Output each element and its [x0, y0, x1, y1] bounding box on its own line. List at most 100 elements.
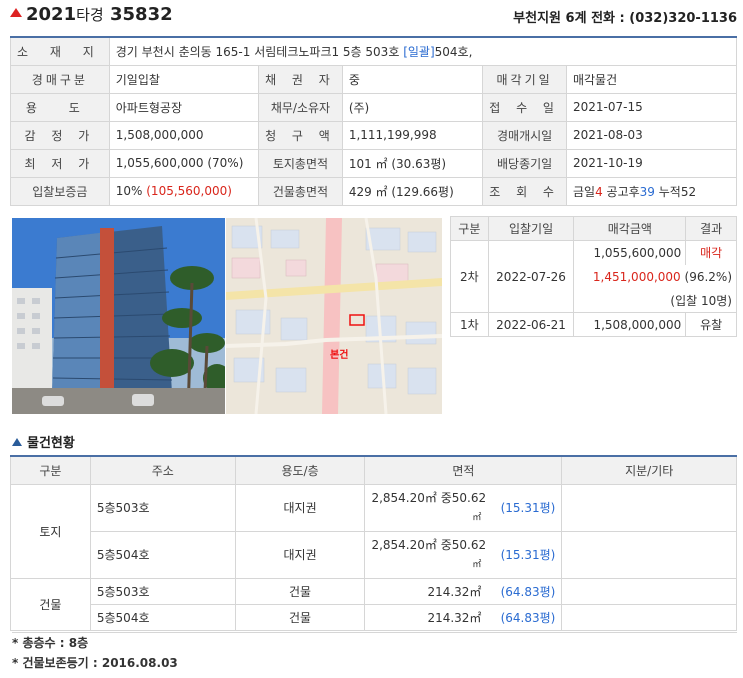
claim-label: 청 구 액 — [258, 120, 343, 150]
debtor-label: 채무/소유자 — [258, 92, 343, 122]
bid-row-2: 2차 2022-07-26 1,055,600,000 매각 — [450, 240, 737, 313]
col-share-etc: 지분/기타 — [561, 455, 737, 485]
col-area: 면적 — [364, 455, 563, 485]
use-cell: 건물 — [234, 577, 366, 605]
claim-value: 1,111,199,998 — [341, 120, 484, 150]
views-value: 금일4 공고후39 누적52 — [565, 176, 738, 206]
section-bullet-icon — [12, 438, 22, 446]
minimum-price-value: 1,055,600,000 (70%) — [108, 148, 260, 178]
bidder-count: (입찰 10명) — [573, 288, 737, 313]
bulk-link[interactable]: [일괄] — [403, 45, 434, 59]
note-total-floors: * 총층수 : 8층 — [12, 636, 89, 650]
case-info-table: 소 재 지 경기 부천시 춘의동 165-1 서림테크노파크1 5층 503호 … — [10, 36, 738, 206]
appraisal-label: 감 정 가 — [10, 120, 110, 150]
auction-type-label: 경매구분 — [10, 64, 110, 94]
category-building: 건물 — [10, 577, 91, 631]
land-area-label: 토지총면적 — [258, 148, 343, 178]
category-land: 토지 — [10, 483, 91, 579]
address-row: 소 재 지 경기 부천시 춘의동 165-1 서림테크노파크1 5층 503호 … — [10, 36, 738, 66]
area-cell: 2,854.20㎡ 중50.62 ㎡ (15.31평) — [364, 483, 563, 532]
area-cell: 214.32㎡ (64.83평) — [364, 577, 563, 605]
col-round: 구분 — [450, 216, 489, 241]
col-category: 구분 — [10, 455, 91, 485]
bid-date: 2022-06-21 — [487, 312, 575, 337]
use-cell: 대지권 — [234, 530, 366, 579]
building-photo-image — [12, 218, 225, 414]
address-cell: 5층504호 — [89, 530, 236, 579]
info-row: 용 도 아파트형공장 채무/소유자 (주) 접 수 일 2021-07-15 — [10, 92, 738, 122]
start-date-value: 2021-08-03 — [565, 120, 738, 150]
round-label: 1차 — [450, 312, 489, 337]
address-value: 경기 부천시 춘의동 165-1 서림테크노파크1 5층 503호 [일괄]50… — [108, 36, 738, 66]
usage-label: 용 도 — [10, 92, 110, 122]
receipt-date-label: 접 수 일 — [482, 92, 567, 122]
property-status-title: 물건현황 — [12, 432, 75, 451]
note-preservation-registration: * 건물보존등기 : 2016.08.03 — [12, 656, 178, 670]
case-number-title: 2021타경 35832 — [10, 4, 173, 25]
col-result: 결과 — [685, 216, 737, 241]
minimum-price-label: 최 저 가 — [10, 148, 110, 178]
location-map[interactable]: 본건 — [226, 218, 442, 414]
address-cell: 5층503호 — [89, 577, 236, 605]
use-cell: 건물 — [234, 603, 366, 631]
share-cell — [561, 483, 737, 532]
map-marker-label: 본건 — [330, 348, 348, 361]
share-cell — [561, 577, 737, 605]
bid-row-1: 1차 2022-06-21 1,508,000,000 유찰 — [450, 312, 737, 337]
land-area-value: 101 ㎡ (30.63평) — [341, 148, 484, 178]
dividend-date-label: 배당종기일 — [482, 148, 567, 178]
deposit-value: 10% (105,560,000) — [108, 176, 260, 206]
building-area-value: 429 ㎡ (129.66평) — [341, 176, 484, 206]
bid-result: 유찰 — [685, 312, 737, 337]
address-cell: 5층503호 — [89, 483, 236, 532]
appraisal-value: 1,508,000,000 — [108, 120, 260, 150]
area-cell: 2,854.20㎡ 중50.62 ㎡ (15.31평) — [364, 530, 563, 579]
sale-date-value: 매각물건 — [565, 64, 738, 94]
receipt-date-value: 2021-07-15 — [565, 92, 738, 122]
bid-history-header: 구분 입찰기일 매각금액 결과 — [450, 216, 737, 241]
col-address: 주소 — [89, 455, 236, 485]
table-row: 토지 5층503호 대지권 2,854.20㎡ 중50.62 ㎡ (15.31평) — [10, 483, 737, 579]
minimum-price: 1,055,600,000 — [573, 240, 687, 265]
round-label: 2차 — [450, 240, 489, 313]
share-cell — [561, 530, 737, 579]
address-cell: 5층504호 — [89, 603, 236, 631]
minimum-price: 1,508,000,000 — [573, 312, 687, 337]
map-image: 본건 — [226, 218, 442, 414]
sale-date-label: 매각기일 — [482, 64, 567, 94]
use-cell: 대지권 — [234, 483, 366, 532]
bid-history-table: 구분 입찰기일 매각금액 결과 2차 2022-07-26 1,055,600,… — [450, 216, 737, 337]
views-label: 조 회 수 — [482, 176, 567, 206]
creditor-label: 채 권 자 — [258, 64, 343, 94]
property-notes: * 총층수 : 8층 * 건물보존등기 : 2016.08.03 — [12, 632, 737, 673]
address-label: 소 재 지 — [10, 36, 110, 66]
bid-date: 2022-07-26 — [487, 240, 575, 313]
info-row: 경매구분 기일입찰 채 권 자 중 매각기일 매각물건 — [10, 64, 738, 94]
info-row: 입찰보증금 10% (105,560,000) 건물총면적 429 ㎡ (129… — [10, 176, 738, 206]
col-sale-amount: 매각금액 — [573, 216, 687, 241]
status-header: 구분 주소 용도/층 면적 지분/기타 — [10, 455, 737, 485]
property-status-table: 구분 주소 용도/층 면적 지분/기타 토지 5층503호 대지권 2,854.… — [10, 455, 737, 631]
usage-value: 아파트형공장 — [108, 92, 260, 122]
creditor-value: 중 — [341, 64, 484, 94]
col-bid-date: 입찰기일 — [487, 216, 575, 241]
deposit-label: 입찰보증금 — [10, 176, 110, 206]
building-photo[interactable] — [12, 218, 225, 414]
debtor-value: (주) — [341, 92, 484, 122]
area-cell: 214.32㎡ (64.83평) — [364, 603, 563, 631]
table-row: 5층504호 대지권 2,854.20㎡ 중50.62 ㎡ (15.31평) — [11, 530, 737, 579]
court-contact: 부천지원 6계 전화 : (032)320-1136 — [513, 11, 737, 26]
table-row: 5층504호 건물 214.32㎡ (64.83평) — [11, 603, 737, 631]
info-row: 최 저 가 1,055,600,000 (70%) 토지총면적 101 ㎡ (3… — [10, 148, 738, 178]
building-area-label: 건물총면적 — [258, 176, 343, 206]
col-use-floor: 용도/층 — [234, 455, 366, 485]
bid-result: 매각 — [685, 240, 737, 265]
up-arrow-icon — [10, 8, 22, 17]
share-cell — [561, 603, 737, 631]
case-header: 2021타경 35832 부천지원 6계 전화 : (032)320-1136 — [10, 4, 737, 30]
info-row: 감 정 가 1,508,000,000 청 구 액 1,111,199,998 … — [10, 120, 738, 150]
sale-price: 1,451,000,000 (96.2%) — [573, 264, 737, 289]
table-row: 건물 5층503호 건물 214.32㎡ (64.83평) — [10, 577, 737, 631]
dividend-date-value: 2021-10-19 — [565, 148, 738, 178]
auction-type-value: 기일입찰 — [108, 64, 260, 94]
